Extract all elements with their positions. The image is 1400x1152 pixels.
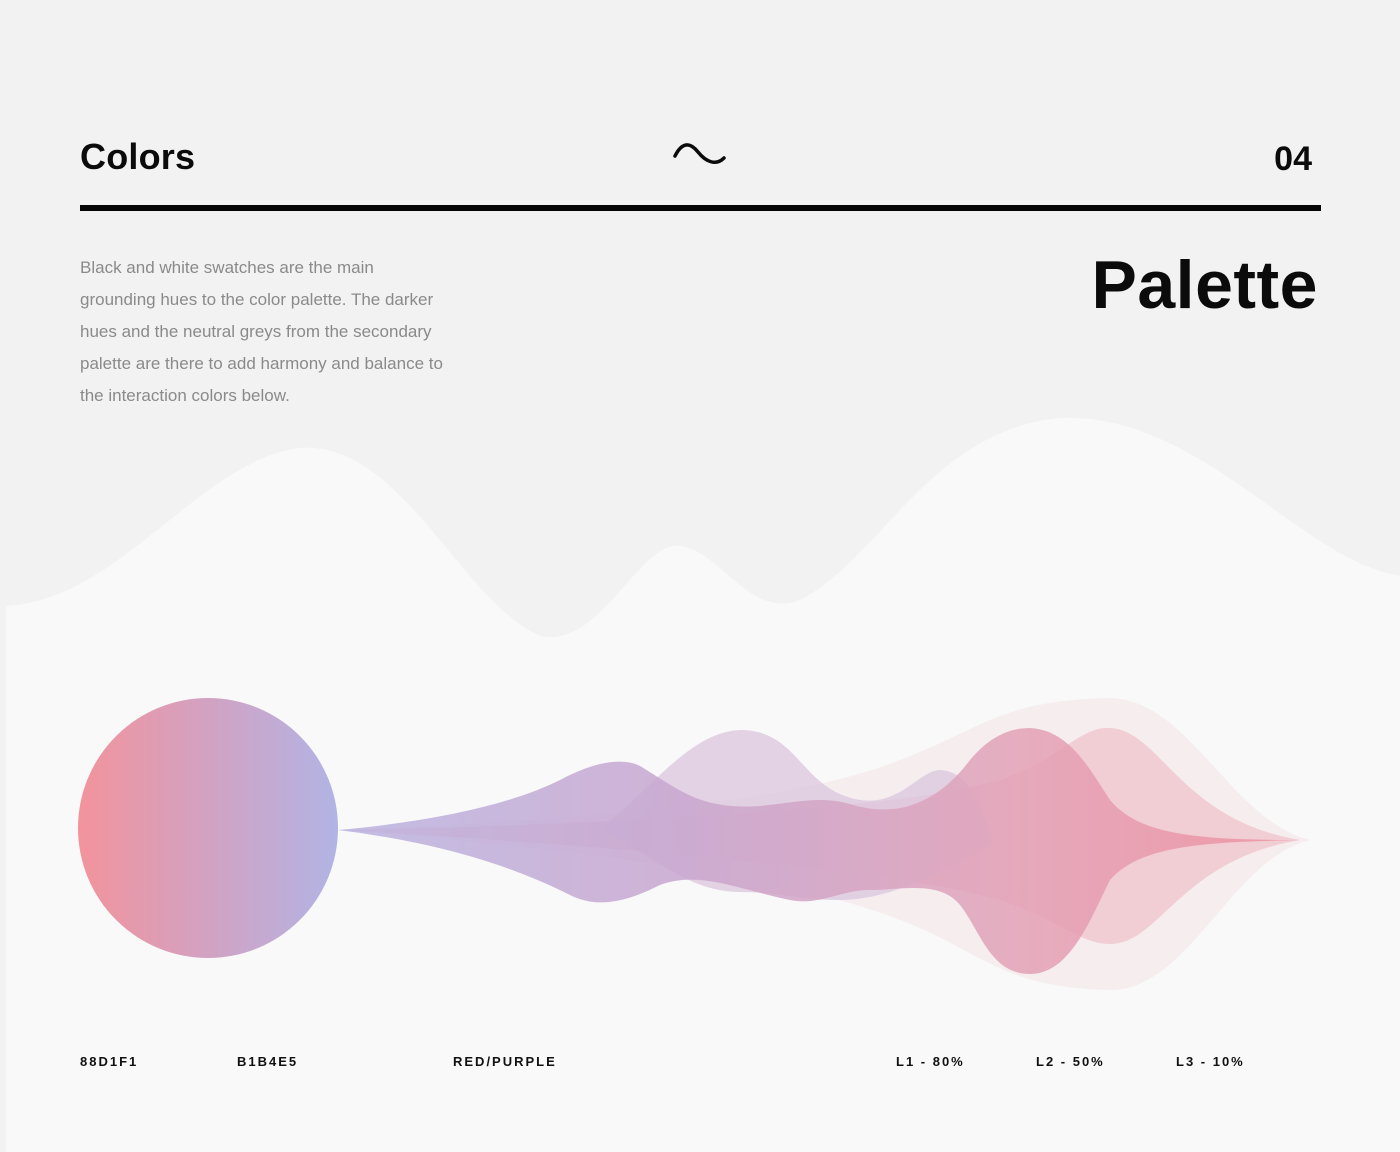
label-level-3: L3 - 10% <box>1176 1054 1245 1069</box>
label-hex-1: 88D1F1 <box>80 1054 139 1069</box>
palette-ribbon <box>338 698 1310 990</box>
page-number: 04 <box>1274 140 1312 178</box>
label-hex-2: B1B4E5 <box>237 1054 299 1069</box>
label-level-2: L2 - 50% <box>1036 1054 1105 1069</box>
page-title: Colors <box>80 136 196 177</box>
tilde-wave-icon <box>673 143 726 164</box>
label-blend: RED/PURPLE <box>453 1054 557 1069</box>
section-description: Black and white swatches are the main gr… <box>80 258 443 405</box>
section-title: Palette <box>1091 247 1318 323</box>
label-level-1: L1 - 80% <box>896 1054 965 1069</box>
header-divider <box>80 205 1321 211</box>
